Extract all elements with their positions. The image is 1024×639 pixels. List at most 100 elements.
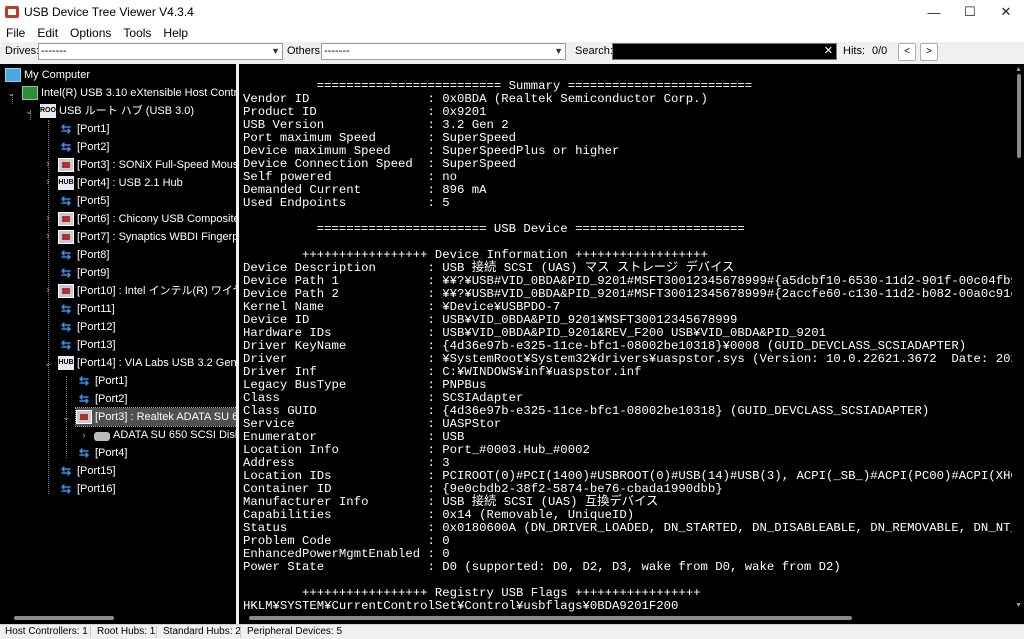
device-details-pane[interactable]: ========================= Summary ======… (239, 64, 1024, 624)
tree-item-label: ADATA SU 650 SCSI Disk Device (113, 429, 236, 441)
tree-item-label: [Port1] (95, 375, 128, 387)
tree-item-port1[interactable]: ⇆ [Port1] (58, 120, 109, 138)
tree-horizontal-scrollbar[interactable] (0, 612, 236, 624)
tree-item-hub-port3-ssd[interactable]: [Port3] : Realtek ADATA SU 650 (75, 407, 236, 427)
expand-toggle-icon[interactable]: ⌄ (43, 358, 53, 369)
usb-device-icon (58, 230, 74, 244)
previous-hit-button[interactable]: < (898, 43, 916, 61)
drives-label: Drives: (5, 45, 40, 57)
tree-item-root-hub[interactable]: ROOT USB ルート ハブ (USB 3.0) (40, 102, 194, 120)
tree-item-port2[interactable]: ⇆ [Port2] (58, 138, 109, 156)
usb-port-icon: ⇆ (60, 302, 72, 316)
hits-label: Hits: (843, 45, 865, 57)
clear-search-icon[interactable]: ✕ (824, 44, 833, 57)
menu-options[interactable]: Options (64, 26, 117, 40)
tree-item-port13[interactable]: ⇆ [Port13] (58, 336, 116, 354)
window-title: USB Device Tree Viewer V4.3.4 (24, 5, 194, 19)
tree-item-port15[interactable]: ⇆ [Port15] (58, 462, 116, 480)
minimize-button[interactable]: — (916, 0, 952, 24)
menu-edit[interactable]: Edit (31, 26, 64, 40)
tree-item-label: [Port4] : USB 2.1 Hub (77, 177, 183, 189)
expand-toggle-icon[interactable]: ⌄ (61, 412, 71, 423)
usb-device-icon (58, 212, 74, 226)
hub-icon: HUB (58, 356, 74, 370)
tree-item-label: [Port3] : SONiX Full-Speed Mouse (77, 159, 236, 171)
tree-item-label: [Port1] (77, 123, 110, 135)
others-select-value: ------- (324, 45, 350, 57)
disk-icon (94, 431, 110, 441)
tree-item-label: [Port6] : Chicony USB Composite Device (77, 213, 236, 225)
search-label: Search: (575, 45, 613, 57)
expand-toggle-icon[interactable]: ⌄ (6, 88, 16, 99)
search-input[interactable]: ✕ (612, 43, 837, 60)
tree-item-label: [Port2] (77, 141, 110, 153)
tree-item-port4-hub[interactable]: HUB [Port4] : USB 2.1 Hub (58, 174, 183, 192)
status-bar: Host Controllers: 1 Root Hubs: 1 Standar… (0, 624, 1024, 639)
tree-item-label: [Port16] (77, 483, 116, 495)
close-button[interactable]: ✕ (988, 0, 1024, 24)
tree-item-disk[interactable]: ADATA SU 650 SCSI Disk Device (94, 426, 236, 444)
tree-item-label: [Port12] (77, 321, 116, 333)
tree-item-port6-camera[interactable]: [Port6] : Chicony USB Composite Device (58, 210, 236, 228)
tree-item-hub-port1[interactable]: ⇆ [Port1] (76, 372, 127, 390)
hits-count: 0/0 (872, 45, 888, 57)
tree-item-port3-mouse[interactable]: [Port3] : SONiX Full-Speed Mouse (58, 156, 236, 174)
tree-item-label: [Port13] (77, 339, 116, 351)
tree-item-port10-bluetooth[interactable]: [Port10] : Intel インテル(R) ワイヤレス Bluetooth… (58, 282, 236, 300)
scrollbar-thumb[interactable] (14, 616, 114, 620)
tree-item-port7-fingerprint[interactable]: [Port7] : Synaptics WBDI Fingerprint (58, 228, 236, 246)
usb-port-icon: ⇆ (60, 140, 72, 154)
chevron-down-icon: ▼ (271, 46, 280, 56)
drives-select-value: ------- (41, 45, 67, 57)
tree-item-port14-hub[interactable]: HUB [Port14] : VIA Labs USB 3.2 Gen 1 Hu… (58, 354, 236, 372)
maximize-button[interactable]: ☐ (952, 0, 988, 24)
tree-item-hub-port4[interactable]: ⇆ [Port4] (76, 444, 127, 462)
tree-item-port11[interactable]: ⇆ [Port11] (58, 300, 115, 318)
computer-icon (5, 68, 21, 82)
drives-select[interactable]: ------- ▼ (38, 43, 283, 60)
expand-toggle-icon[interactable]: ⌄ (24, 106, 34, 117)
collapse-toggle-icon[interactable]: › (43, 284, 53, 294)
menu-file[interactable]: File (0, 26, 31, 40)
menu-help[interactable]: Help (157, 26, 194, 40)
details-vertical-scrollbar[interactable]: ▲ ▼ (1012, 64, 1024, 612)
hub-icon: HUB (58, 176, 74, 190)
tree-item-label: [Port5] (77, 195, 110, 207)
toolbar: Drives: ------- ▼ Others: ------- ▼ Sear… (0, 42, 1024, 62)
menu-tools[interactable]: Tools (117, 26, 157, 40)
usb-port-icon: ⇆ (60, 482, 72, 496)
usb-port-icon: ⇆ (60, 464, 72, 478)
others-select[interactable]: ------- ▼ (321, 43, 566, 60)
collapse-toggle-icon[interactable]: › (43, 212, 53, 222)
scrollbar-thumb[interactable] (249, 616, 852, 620)
collapse-toggle-icon[interactable]: › (43, 158, 53, 168)
tree-item-port5[interactable]: ⇆ [Port5] (58, 192, 109, 210)
tree-item-label: [Port4] (95, 447, 128, 459)
collapse-toggle-icon[interactable]: › (79, 430, 89, 440)
usb-port-icon: ⇆ (78, 374, 90, 388)
scrollbar-thumb[interactable] (1017, 74, 1021, 158)
tree-item-port12[interactable]: ⇆ [Port12] (58, 318, 116, 336)
usb-port-icon: ⇆ (60, 338, 72, 352)
chevron-down-icon: ▼ (554, 46, 563, 56)
collapse-toggle-icon[interactable]: › (43, 230, 53, 240)
usb-port-icon: ⇆ (60, 248, 72, 262)
scroll-up-icon[interactable]: ▲ (1015, 66, 1022, 73)
tree-item-port16[interactable]: ⇆ [Port16] (58, 480, 116, 498)
usb-device-icon (58, 158, 74, 172)
details-horizontal-scrollbar[interactable] (239, 612, 1012, 624)
menu-bar: File Edit Options Tools Help (0, 24, 1024, 42)
scroll-down-icon[interactable]: ▼ (1015, 602, 1022, 609)
device-tree[interactable]: My Computer ⌄ Intel(R) USB 3.10 eXtensib… (0, 64, 236, 624)
collapse-toggle-icon[interactable]: › (43, 176, 53, 186)
tree-item-host-controller[interactable]: Intel(R) USB 3.10 eXtensible Host Contro… (22, 84, 236, 102)
status-root-hubs: Root Hubs: 1 (97, 626, 156, 637)
tree-item-my-computer[interactable]: My Computer (5, 66, 90, 84)
tree-item-port8[interactable]: ⇆ [Port8] (58, 246, 109, 264)
host-controller-icon (22, 86, 38, 100)
usb-device-icon (58, 284, 74, 298)
next-hit-button[interactable]: > (920, 43, 938, 61)
tree-item-hub-port2[interactable]: ⇆ [Port2] (76, 390, 127, 408)
tree-item-port9[interactable]: ⇆ [Port9] (58, 264, 109, 282)
status-peripheral-devices: Peripheral Devices: 5 (247, 626, 343, 637)
